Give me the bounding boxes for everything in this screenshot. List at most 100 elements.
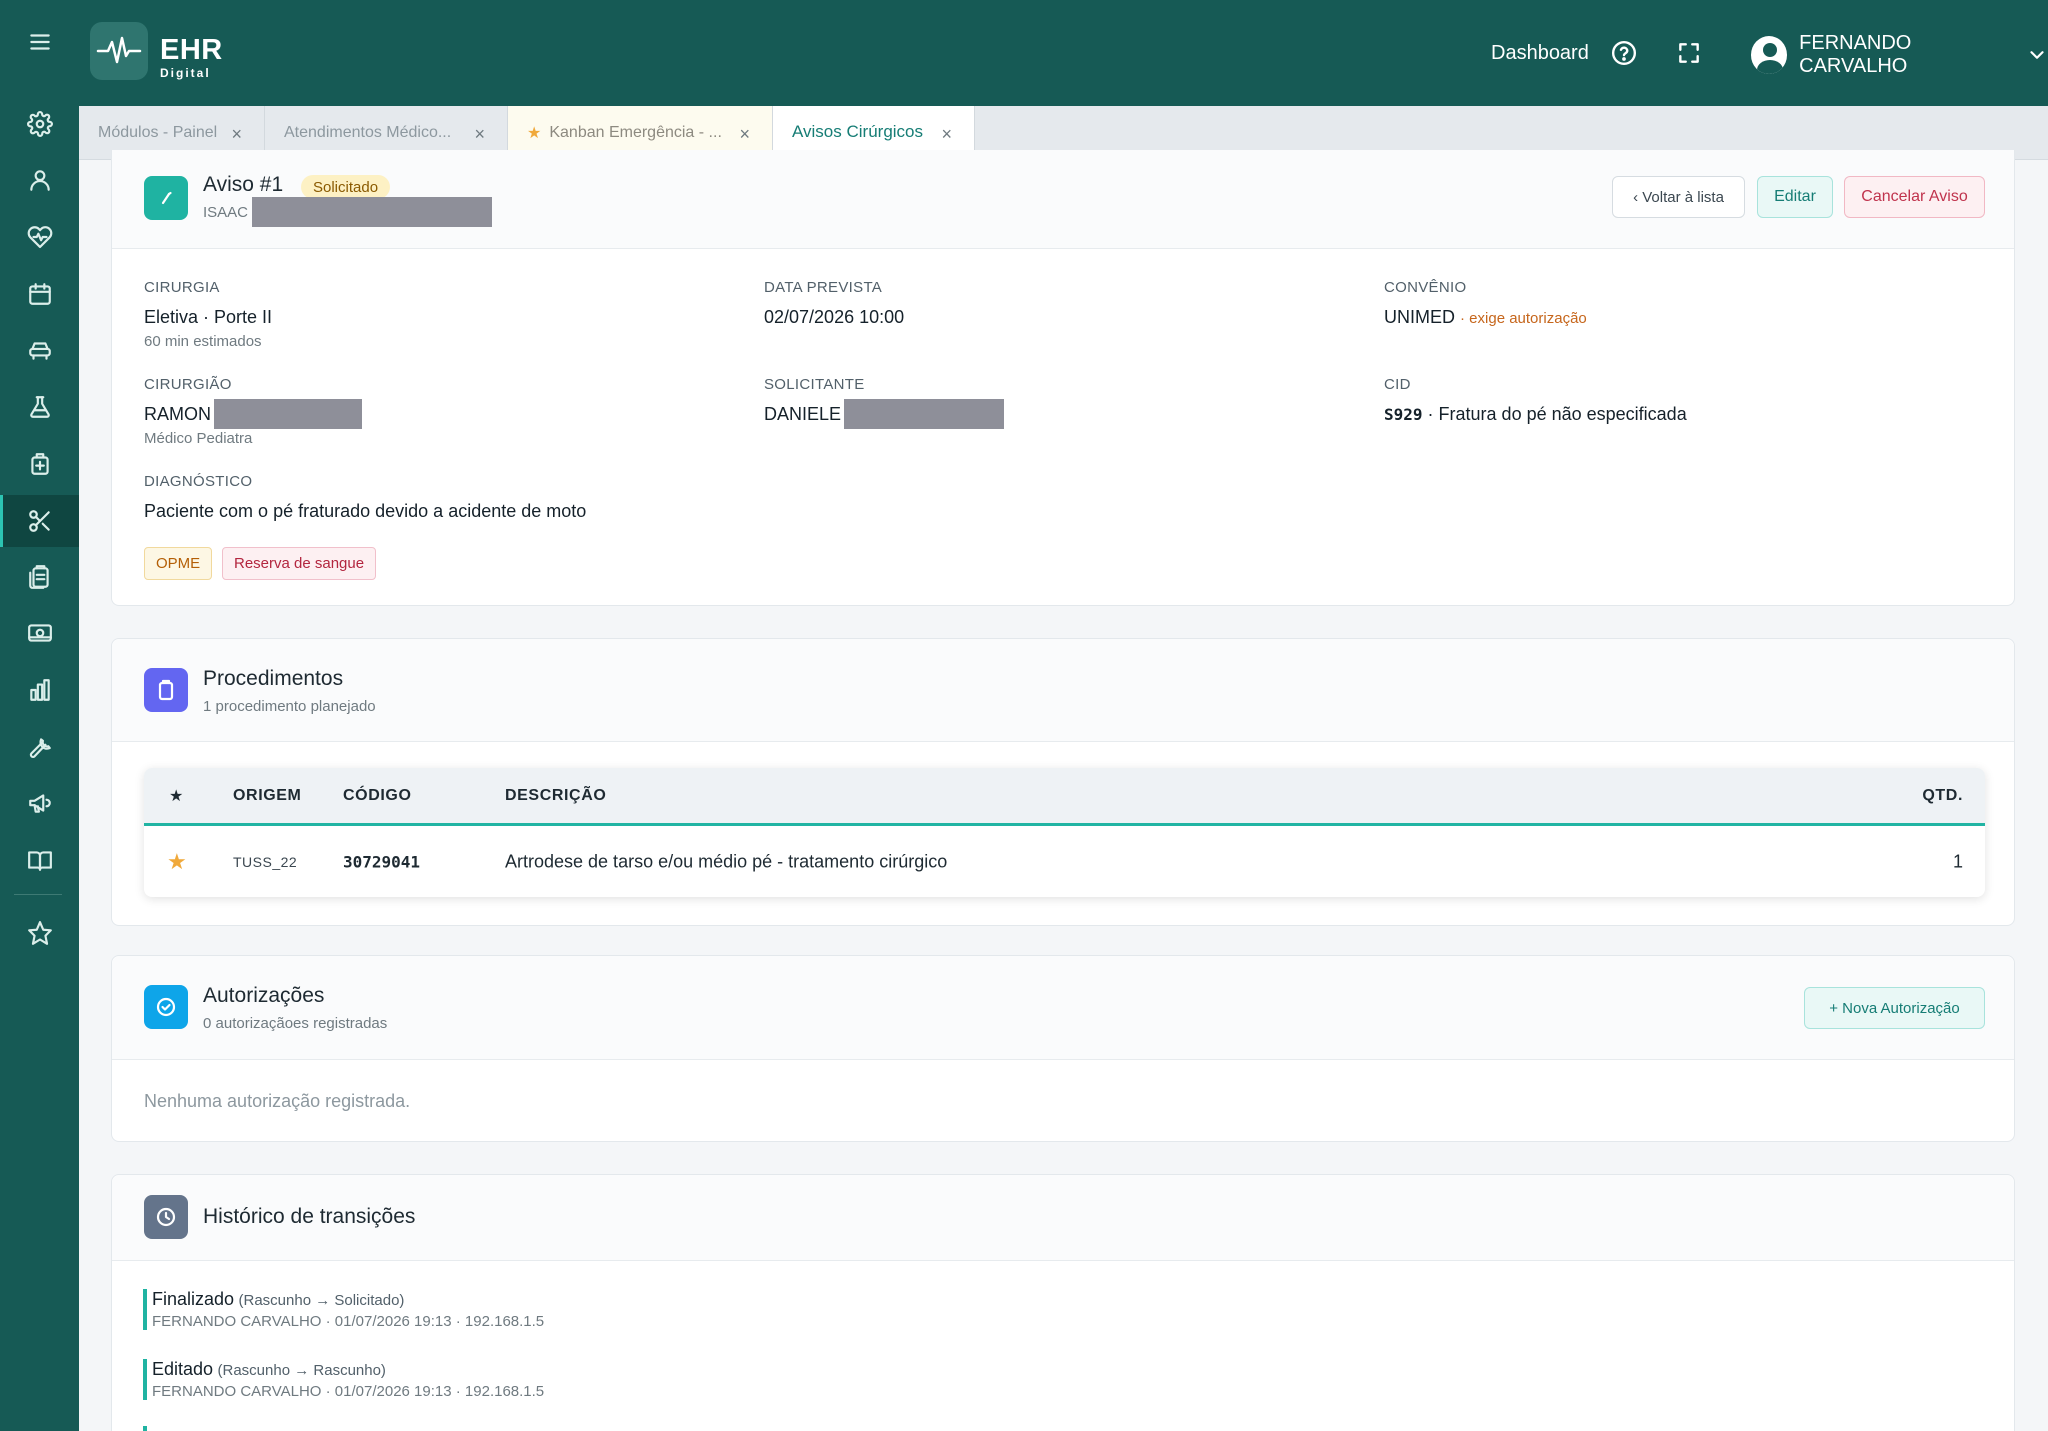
cirurgia-value: Eletiva · Porte II bbox=[144, 307, 273, 327]
redacted-block bbox=[252, 197, 493, 227]
cirurgiao-field: RAMON bbox=[144, 399, 362, 429]
clipboard-icon bbox=[144, 668, 188, 712]
tag-opme: OPME bbox=[144, 547, 213, 580]
timeline-item: Finalizado (Rascunho → Solicitado) FERNA… bbox=[143, 1289, 544, 1330]
cirurgiao-value: RAMON bbox=[144, 403, 211, 424]
logo-title: EHR bbox=[160, 34, 223, 66]
timeline-meta: FERNANDO CARVALHO · 01/07/2026 19:13 · 1… bbox=[152, 1313, 545, 1330]
tab-label: Módulos - Painel bbox=[98, 124, 218, 141]
redacted-block bbox=[214, 399, 362, 429]
patient-name: ISAAC bbox=[203, 197, 493, 227]
surgery-icon bbox=[144, 176, 188, 220]
autorizacoes-subtitle: 0 autorizaçãoes registradas bbox=[203, 1015, 388, 1032]
logo[interactable] bbox=[90, 22, 148, 80]
tab-label: Kanban Emergência - ... bbox=[549, 124, 722, 141]
sidebar-divider bbox=[14, 894, 62, 895]
procedimentos-header: Procedimentos 1 procedimento planejado bbox=[112, 639, 2014, 742]
data-prevista-label: DATA PREVISTA bbox=[764, 279, 883, 296]
row-codigo: 30729041 bbox=[343, 852, 421, 871]
fullscreen-icon[interactable] bbox=[1674, 38, 1704, 68]
medical-kit-icon[interactable] bbox=[0, 439, 79, 489]
clipboard-list-icon[interactable] bbox=[0, 552, 79, 602]
col-origem: ORIGEM bbox=[233, 786, 302, 804]
chevron-down-icon bbox=[2026, 44, 2048, 66]
convenio-note: · exige autorização bbox=[1460, 310, 1587, 327]
heartbeat-logo-icon bbox=[96, 36, 142, 64]
close-icon[interactable]: × bbox=[474, 124, 485, 145]
empty-state-text: Nenhuma autorização registrada. bbox=[144, 1091, 411, 1111]
favorite-star-icon[interactable]: ★ bbox=[167, 849, 187, 875]
calendar-icon[interactable] bbox=[0, 269, 79, 319]
redacted-block bbox=[844, 399, 1005, 429]
cid-code: S929 bbox=[1384, 405, 1423, 424]
avatar bbox=[1751, 36, 1788, 74]
autorizacoes-header: Autorizações 0 autorizaçãoes registradas… bbox=[112, 956, 2014, 1060]
sidebar bbox=[0, 0, 79, 1431]
cid-description: · Fratura do pé não especificada bbox=[1427, 404, 1687, 424]
autorizacoes-card: Autorizações 0 autorizaçãoes registradas… bbox=[111, 955, 2015, 1142]
gear-icon[interactable] bbox=[0, 99, 79, 149]
historico-header: Histórico de transições bbox=[112, 1175, 2014, 1261]
user-icon[interactable] bbox=[0, 155, 79, 205]
col-star: ★ bbox=[169, 787, 184, 805]
solicitante-field: DANIELE bbox=[764, 399, 1005, 429]
megaphone-icon[interactable] bbox=[0, 778, 79, 828]
cirurgiao-note: Médico Pediatra bbox=[144, 430, 253, 447]
cid-label: CID bbox=[1384, 376, 1411, 393]
procedimentos-title: Procedimentos bbox=[203, 667, 344, 690]
row-origem: TUSS_22 bbox=[233, 853, 298, 870]
timeline-meta: FERNANDO CARVALHO · 01/07/2026 19:13 · 1… bbox=[152, 1383, 545, 1400]
convenio-field: UNIMED · exige autorização bbox=[1384, 307, 1587, 328]
table-header: ★ ORIGEM CÓDIGO DESCRIÇÃO QTD. bbox=[144, 768, 1985, 826]
cid-field: S929 · Fratura do pé não especificada bbox=[1384, 404, 1687, 425]
close-icon[interactable]: × bbox=[739, 124, 750, 145]
aviso-card: Aviso #1 Solicitado ISAAC ‹ Voltar à lis… bbox=[111, 150, 2015, 606]
scissors-icon[interactable] bbox=[0, 495, 79, 547]
timeline-action: Finalizado bbox=[152, 1289, 235, 1309]
back-to-list-button[interactable]: ‹ Voltar à lista bbox=[1612, 176, 1745, 218]
aviso-header: Aviso #1 Solicitado ISAAC ‹ Voltar à lis… bbox=[112, 150, 2014, 249]
procedimentos-card: Procedimentos 1 procedimento planejado ★… bbox=[111, 638, 2015, 926]
patient-first-name: ISAAC bbox=[203, 203, 249, 221]
col-qtd: QTD. bbox=[1922, 786, 1963, 804]
col-codigo: CÓDIGO bbox=[343, 786, 412, 804]
timeline-item-partial bbox=[143, 1426, 147, 1431]
diagnostico-label: DIAGNÓSTICO bbox=[144, 473, 253, 490]
aviso-title: Aviso #1 bbox=[203, 173, 284, 196]
col-descricao: DESCRIÇÃO bbox=[505, 786, 607, 804]
book-icon[interactable] bbox=[0, 835, 79, 885]
dashboard-link[interactable]: Dashboard bbox=[1491, 42, 1589, 65]
menu-icon[interactable] bbox=[0, 17, 79, 67]
tag-reserva-sangue: Reserva de sangue bbox=[222, 547, 377, 580]
timeline-transition: (Rascunho → Rascunho) bbox=[217, 1362, 386, 1379]
nova-autorizacao-button[interactable]: + Nova Autorização bbox=[1804, 987, 1985, 1029]
flask-icon[interactable] bbox=[0, 382, 79, 432]
close-icon[interactable]: × bbox=[941, 124, 952, 145]
tab-label: Atendimentos Médico... bbox=[284, 124, 452, 141]
user-menu[interactable]: FERNANDO CARVALHO bbox=[1751, 32, 2048, 78]
status-badge: Solicitado bbox=[301, 175, 391, 199]
top-header: EHR Digital Dashboard FERNANDO CARVALHO bbox=[79, 0, 2048, 106]
procedimentos-table: ★ ORIGEM CÓDIGO DESCRIÇÃO QTD. ★ TUSS_22… bbox=[144, 768, 1985, 897]
help-icon[interactable] bbox=[1609, 38, 1639, 68]
cirurgia-label: CIRURGIA bbox=[144, 279, 220, 296]
row-descricao: Artrodese de tarso e/ou médio pé - trata… bbox=[505, 851, 948, 871]
historico-title: Histórico de transições bbox=[203, 1205, 416, 1228]
timeline-transition: (Rascunho → Solicitado) bbox=[238, 1292, 405, 1309]
money-icon[interactable] bbox=[0, 608, 79, 658]
car-icon[interactable] bbox=[0, 325, 79, 375]
star-icon[interactable] bbox=[0, 908, 79, 958]
table-row[interactable]: ★ TUSS_22 30729041 Artrodese de tarso e/… bbox=[144, 826, 1985, 897]
edit-button[interactable]: Editar bbox=[1757, 176, 1833, 218]
heart-pulse-icon[interactable] bbox=[0, 212, 79, 262]
procedimentos-subtitle: 1 procedimento planejado bbox=[203, 698, 376, 715]
logo-subtitle: Digital bbox=[160, 66, 211, 80]
cancel-aviso-button[interactable]: Cancelar Aviso bbox=[1844, 176, 1985, 218]
timeline-action: Editado bbox=[152, 1359, 214, 1379]
convenio-label: CONVÊNIO bbox=[1384, 279, 1467, 296]
user-name: FERNANDO CARVALHO bbox=[1799, 32, 1912, 77]
close-icon[interactable]: × bbox=[231, 124, 242, 145]
diagnostico-value: Paciente com o pé fraturado devido a aci… bbox=[144, 501, 587, 521]
wrench-icon[interactable] bbox=[0, 722, 79, 772]
bar-chart-icon[interactable] bbox=[0, 665, 79, 715]
